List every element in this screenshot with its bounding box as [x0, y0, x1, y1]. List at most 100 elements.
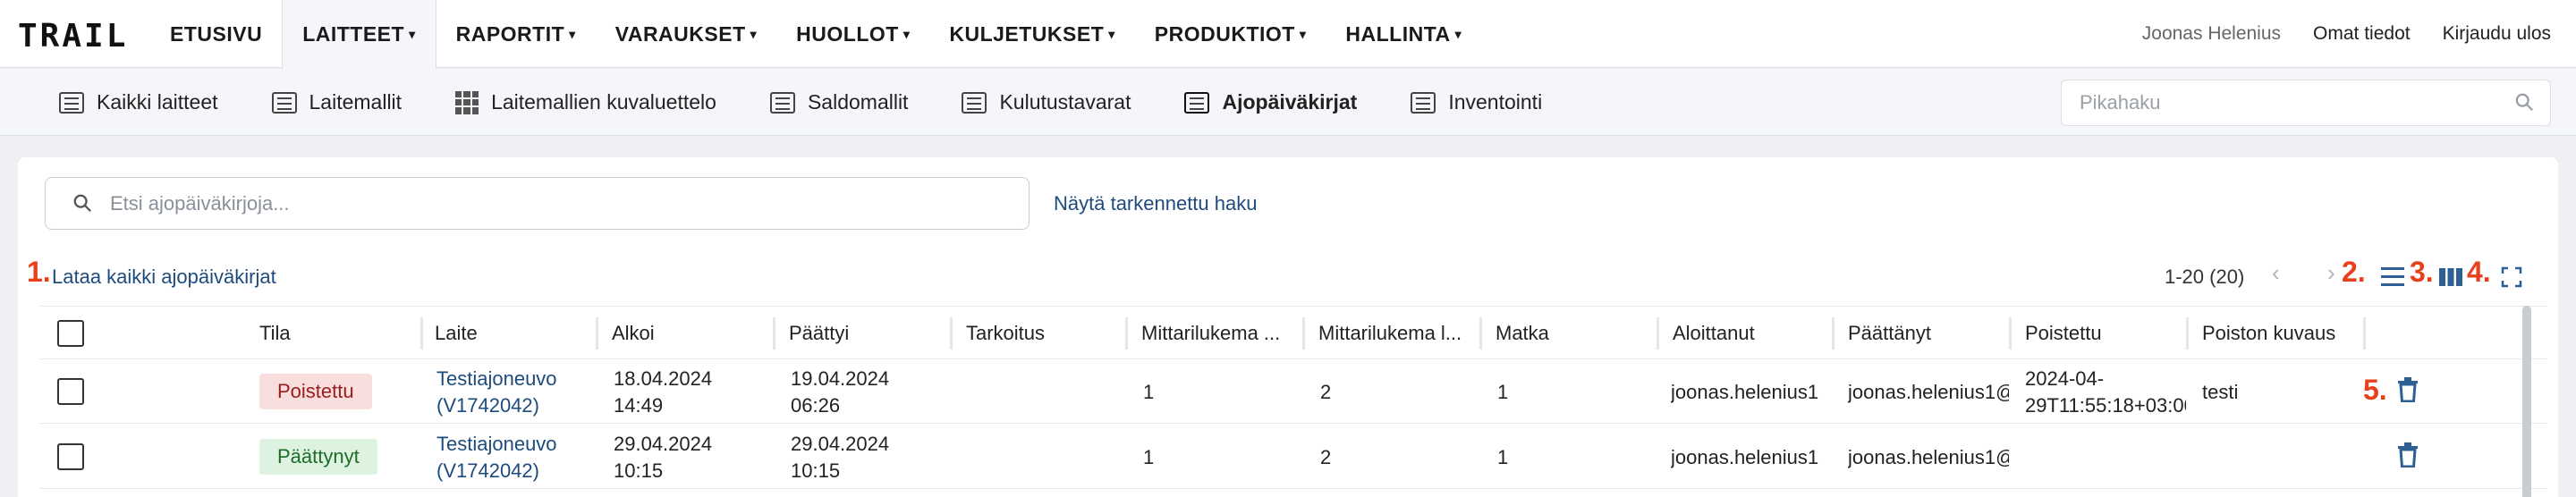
top-navigation: TRAIL ETUSIVU LAITTEET ▾ RAPORTIT ▾ VARAUK…	[0, 0, 2576, 69]
nav-laitteet[interactable]: LAITTEET ▾	[282, 0, 436, 69]
column-separator[interactable]	[773, 317, 775, 350]
col-header-matka[interactable]: Matka	[1496, 307, 1657, 360]
ended-by: joonas.helenius1@	[1848, 381, 2009, 403]
nav-label: KULJETUKSET	[949, 21, 1105, 46]
trash-icon[interactable]	[2397, 377, 2419, 402]
subnav-label: Inventointi	[1448, 90, 1543, 114]
download-all-link[interactable]: Lataa kaikki ajopäiväkirjat	[52, 265, 276, 289]
start-time: 14:49	[614, 394, 664, 417]
nav-raportit[interactable]: RAPORTIT ▾	[436, 0, 596, 68]
list-icon	[962, 91, 987, 114]
nav-label: HALLINTA	[1345, 21, 1451, 46]
column-separator[interactable]	[1125, 317, 1128, 350]
subnav-kulutustavarat[interactable]: Kulutustavarat	[962, 90, 1131, 114]
chevron-down-icon: ▾	[750, 26, 758, 41]
col-header-paattyi[interactable]: Päättyi	[789, 307, 950, 360]
end-time: 10:15	[791, 459, 841, 482]
column-separator[interactable]	[1657, 317, 1659, 350]
prev-page-button[interactable]: ‹	[2272, 259, 2280, 287]
fullscreen-icon[interactable]	[2501, 266, 2522, 288]
nav-produktiot[interactable]: PRODUKTIOT ▾	[1135, 0, 1326, 68]
deleted-at-time: 29T11:55:18+03:00	[2025, 394, 2186, 417]
subnav-label: Laitemallit	[309, 90, 402, 114]
device-id-link[interactable]: (V1742042)	[436, 392, 539, 419]
col-header-poistettu[interactable]: Poistettu	[2025, 307, 2186, 360]
subnav-kaikki-laitteet[interactable]: Kaikki laitteet	[59, 90, 218, 114]
col-header-poiston-kuvaus[interactable]: Poiston kuvaus	[2202, 307, 2363, 360]
table-row[interactable]: Päättynyt Testiajoneuvo (V1742042) 29.04…	[39, 425, 2547, 489]
logbook-search-input[interactable]: Etsi ajopäiväkirjoja...	[45, 177, 1030, 230]
col-header-mittari-alku[interactable]: Mittarilukema ...	[1141, 307, 1302, 360]
quick-search-input[interactable]: Pikahaku	[2061, 80, 2551, 126]
chevron-down-icon: ▾	[1299, 26, 1307, 41]
chevron-down-icon: ▾	[1108, 26, 1115, 41]
select-all-checkbox[interactable]	[57, 320, 84, 347]
column-separator[interactable]	[1832, 317, 1835, 350]
list-icon	[271, 91, 297, 114]
subnav-ajopaivakirjat[interactable]: Ajopäiväkirjat	[1184, 90, 1357, 114]
odometer-end: 2	[1320, 446, 1332, 468]
distance: 1	[1497, 381, 1509, 403]
col-header-laite[interactable]: Laite	[435, 307, 596, 360]
subnav-label: Laitemallien kuvaluettelo	[491, 90, 716, 114]
column-separator[interactable]	[2009, 317, 2012, 350]
nav-kuljetukset[interactable]: KULJETUKSET ▾	[929, 0, 1134, 68]
search-icon	[2515, 93, 2533, 111]
col-header-mittari-loppu[interactable]: Mittarilukema l...	[1318, 307, 1479, 360]
col-header-tila[interactable]: Tila	[259, 307, 438, 360]
col-header-tarkoitus[interactable]: Tarkoitus	[966, 307, 1127, 360]
profile-link[interactable]: Omat tiedot	[2313, 23, 2411, 45]
row-checkbox[interactable]	[57, 443, 84, 470]
trash-icon[interactable]	[2397, 442, 2419, 468]
col-header-aloittanut[interactable]: Aloittanut	[1673, 307, 1834, 360]
device-link[interactable]: Testiajoneuvo	[436, 431, 557, 458]
col-header-alkoi[interactable]: Alkoi	[612, 307, 773, 360]
table-header: Tila Laite Alkoi Päättyi Tarkoitus Mitta…	[39, 306, 2547, 359]
column-separator[interactable]	[2186, 317, 2189, 350]
nav-etusivu[interactable]: ETUSIVU	[150, 0, 282, 68]
end-time: 06:26	[791, 394, 841, 417]
table-scrollbar[interactable]	[2522, 306, 2531, 497]
delete-description: testi	[2202, 381, 2239, 403]
list-icon	[59, 91, 84, 114]
annotation-marker-2: 2.	[2342, 256, 2366, 288]
subnav-list: Kaikki laitteet Laitemallit Laitemallien…	[59, 69, 1542, 136]
nav-hallinta[interactable]: HALLINTA ▾	[1326, 0, 1481, 68]
nav-label: PRODUKTIOT	[1154, 21, 1295, 46]
next-page-button[interactable]: ›	[2327, 259, 2335, 287]
subnav-kuvaluettelo[interactable]: Laitemallien kuvaluettelo	[455, 90, 716, 114]
nav-varaukset[interactable]: VARAUKSET ▾	[596, 0, 776, 68]
column-separator[interactable]	[1302, 317, 1305, 350]
deleted-at: 2024-04-	[2025, 367, 2105, 390]
density-icon[interactable]	[2379, 265, 2406, 290]
subnav-label: Ajopäiväkirjat	[1222, 90, 1358, 114]
chevron-down-icon: ▾	[1454, 26, 1462, 41]
columns-icon[interactable]	[2438, 266, 2463, 288]
advanced-search-link[interactable]: Näytä tarkennettu haku	[1054, 192, 1257, 215]
start-time: 10:15	[614, 459, 664, 482]
column-separator[interactable]	[1479, 317, 1482, 350]
column-separator[interactable]	[950, 317, 953, 350]
device-id-link[interactable]: (V1742042)	[436, 458, 539, 484]
subnav-inventointi[interactable]: Inventointi	[1411, 90, 1542, 114]
nav-label: HUOLLOT	[796, 21, 899, 46]
main-nav: ETUSIVU LAITTEET ▾ RAPORTIT ▾ VARAUKSET ▾ H…	[150, 0, 1481, 69]
column-separator[interactable]	[2363, 317, 2366, 350]
column-separator[interactable]	[596, 317, 598, 350]
start-date: 18.04.2024	[614, 367, 713, 390]
row-checkbox[interactable]	[57, 378, 84, 405]
annotation-marker-4: 4.	[2467, 256, 2491, 288]
distance: 1	[1497, 446, 1509, 468]
table-row[interactable]: Poistettu Testiajoneuvo (V1742042) 18.04…	[39, 359, 2547, 424]
chevron-down-icon: ▾	[409, 26, 416, 41]
subnav-saldomallit[interactable]: Saldomallit	[769, 90, 908, 114]
col-header-paattanyt[interactable]: Päättänyt	[1848, 307, 2009, 360]
logo[interactable]: TRAIL	[18, 18, 128, 55]
nav-huollot[interactable]: HUOLLOT ▾	[776, 0, 929, 68]
device-link[interactable]: Testiajoneuvo	[436, 366, 557, 392]
user-name: Joonas Helenius	[2141, 23, 2282, 44]
chevron-down-icon: ▾	[902, 26, 911, 41]
column-separator[interactable]	[420, 317, 423, 350]
logout-link[interactable]: Kirjaudu ulos	[2443, 23, 2551, 45]
subnav-laitemallit[interactable]: Laitemallit	[271, 90, 402, 114]
